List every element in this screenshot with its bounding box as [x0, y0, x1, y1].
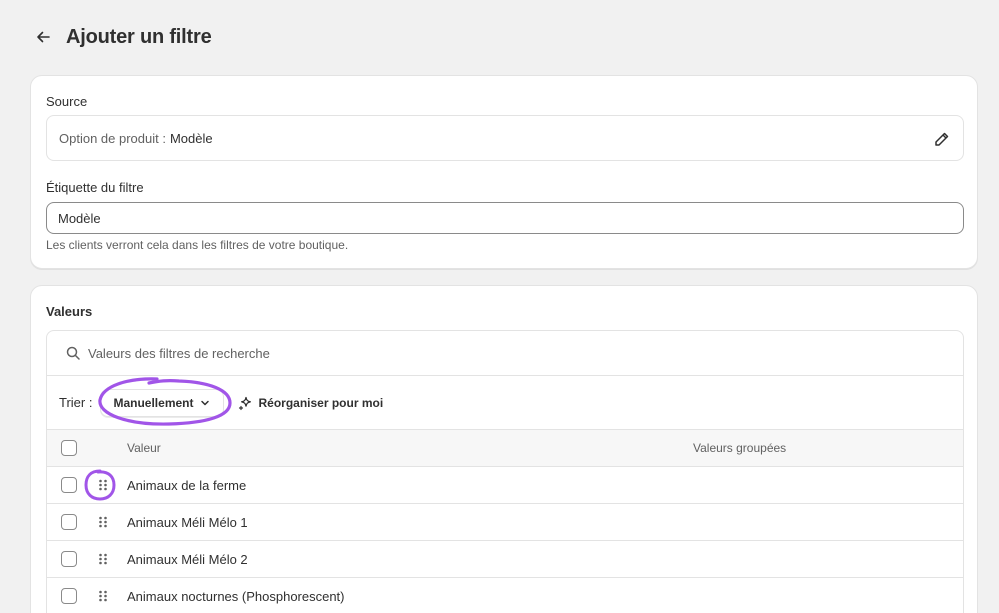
search-input[interactable] — [88, 345, 888, 361]
source-value: Modèle — [169, 130, 213, 146]
table-row[interactable]: Animaux de la ferme — [47, 467, 963, 504]
values-panel: Trier : Manuellement Réorganiser pour mo… — [46, 330, 964, 613]
reorganize-label: Réorganiser pour moi — [258, 395, 384, 410]
source-label: Source — [46, 94, 88, 109]
row-checkbox[interactable] — [61, 477, 77, 493]
sort-select-value: Manuellement — [113, 395, 194, 410]
column-header-value: Valeur — [127, 441, 161, 455]
sparkle-icon — [239, 396, 252, 410]
page-title: Ajouter un filtre — [66, 25, 212, 48]
source-prefix: Option de produit : — [59, 130, 166, 146]
sort-label: Trier : — [59, 395, 93, 410]
page-header: Ajouter un filtre — [30, 24, 212, 50]
pencil-icon[interactable] — [933, 130, 951, 148]
row-value: Animaux Méli Mélo 1 — [127, 514, 248, 530]
sort-select[interactable]: Manuellement — [100, 388, 225, 417]
filter-label-input[interactable] — [46, 202, 964, 234]
source-card: Source Option de produit : Modèle Étique… — [30, 75, 978, 269]
sort-row: Trier : Manuellement Réorganiser pour mo… — [47, 376, 963, 430]
chevron-down-icon — [201, 400, 210, 405]
filter-label-label: Étiquette du filtre — [46, 180, 144, 195]
row-value: Animaux nocturnes (Phosphorescent) — [127, 588, 345, 604]
row-value: Animaux Méli Mélo 2 — [127, 551, 248, 567]
search-row — [47, 331, 963, 376]
values-title: Valeurs — [46, 304, 93, 319]
table-header: Valeur Valeurs groupées — [47, 430, 963, 467]
row-checkbox[interactable] — [61, 588, 77, 604]
arrow-left-icon — [37, 31, 50, 43]
table-row[interactable]: Animaux nocturnes (Phosphorescent) — [47, 578, 963, 613]
values-card: Valeurs Trier : Manuellement R — [30, 285, 978, 613]
filter-label-help: Les clients verront cela dans les filtre… — [46, 238, 349, 252]
drag-handle-icon[interactable] — [97, 515, 109, 529]
select-all-checkbox[interactable] — [61, 440, 77, 456]
search-icon — [66, 346, 80, 360]
table-row[interactable]: Animaux Méli Mélo 2 — [47, 541, 963, 578]
source-field: Option de produit : Modèle — [46, 115, 964, 161]
drag-handle-icon[interactable] — [97, 589, 109, 603]
back-button[interactable] — [30, 24, 56, 50]
drag-handle-icon[interactable] — [97, 478, 109, 492]
row-checkbox[interactable] — [61, 514, 77, 530]
drag-handle-icon[interactable] — [97, 552, 109, 566]
table-row[interactable]: Animaux Méli Mélo 1 — [47, 504, 963, 541]
row-value: Animaux de la ferme — [127, 477, 247, 493]
column-header-grouped: Valeurs groupées — [693, 441, 787, 455]
reorganize-button[interactable]: Réorganiser pour moi — [238, 395, 383, 411]
row-checkbox[interactable] — [61, 551, 77, 567]
